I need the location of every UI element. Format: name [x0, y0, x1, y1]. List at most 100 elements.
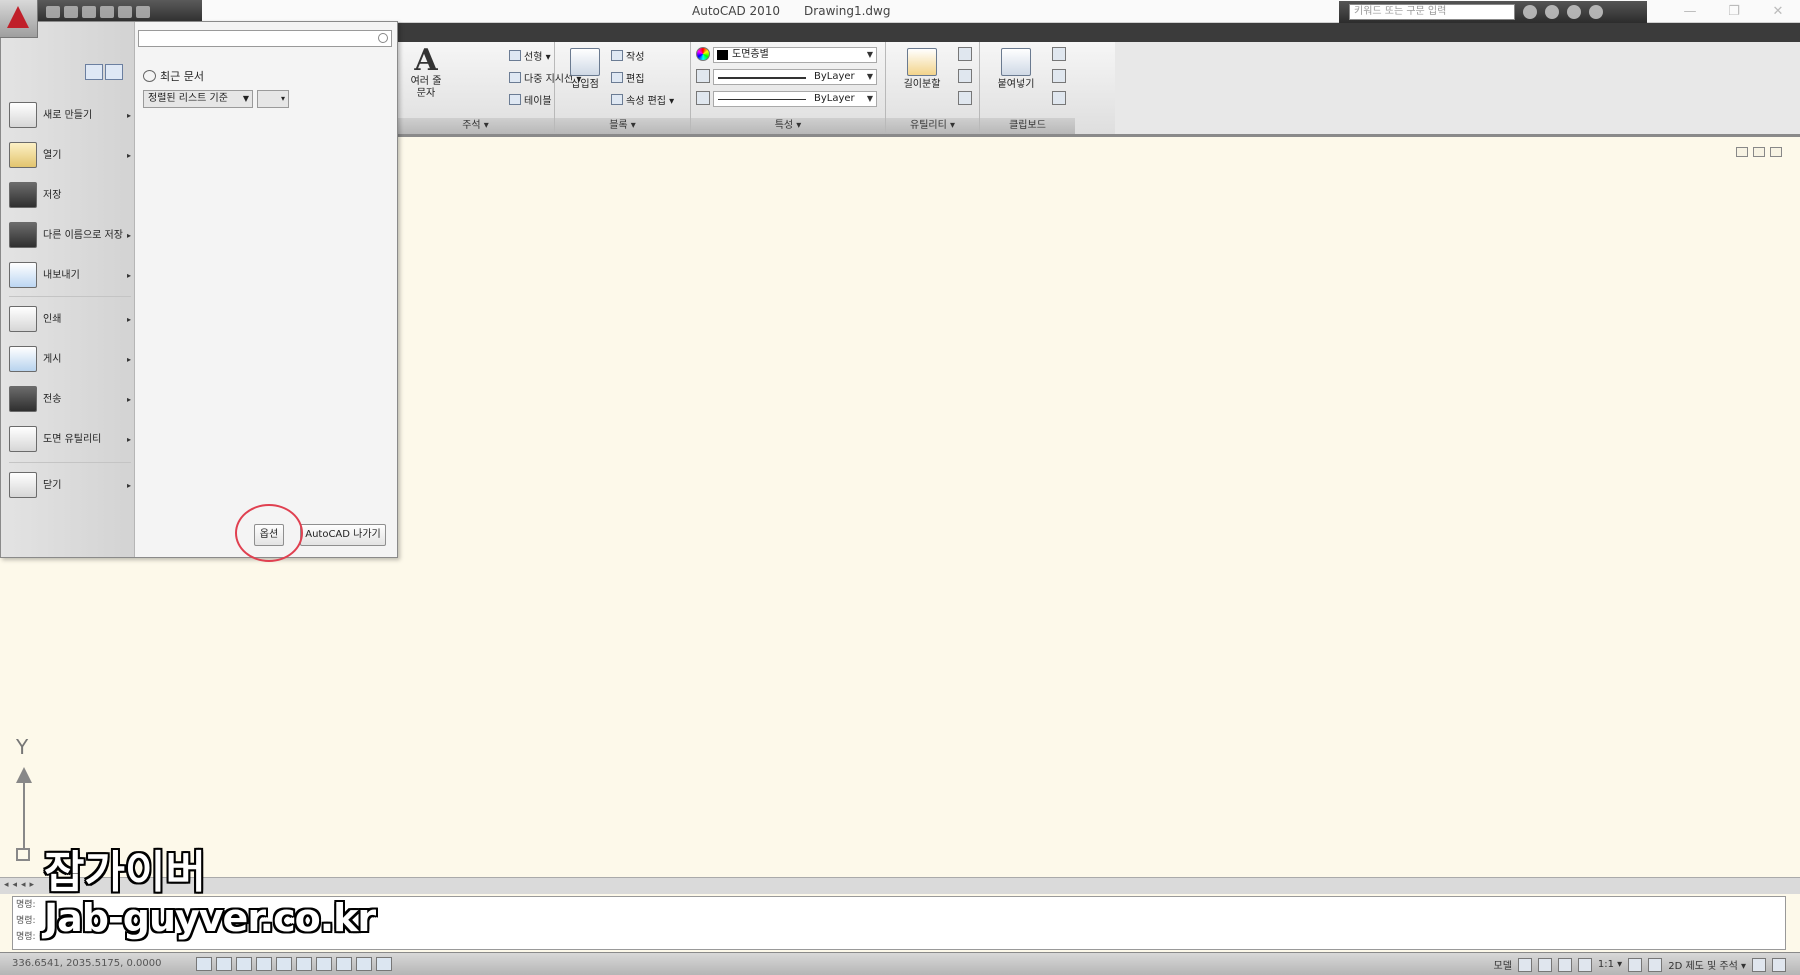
workspace-select[interactable]: 2D 제도 및 주석 ▾ [1668, 957, 1746, 972]
otrack-toggle-icon[interactable] [296, 957, 312, 971]
application-menu-button[interactable] [0, 0, 38, 38]
open-file-icon[interactable] [64, 5, 78, 18]
favorites-star-icon[interactable] [1567, 5, 1581, 19]
insert-block-icon [570, 48, 600, 76]
recent-documents-icon [143, 70, 156, 82]
minimize-button[interactable]: — [1668, 0, 1712, 23]
pan-icon[interactable] [1537, 957, 1552, 972]
print-icon[interactable] [136, 5, 150, 18]
match-properties-icon[interactable] [1052, 91, 1066, 105]
menu-item-open[interactable]: 열기 ▸ [9, 136, 131, 174]
ucs-y-label: Y [16, 735, 29, 759]
ducs-toggle-icon[interactable] [316, 957, 332, 971]
close-window-button[interactable]: ✕ [1756, 0, 1800, 23]
chevron-right-icon: ▸ [126, 480, 131, 490]
ucs-y-axis [23, 778, 25, 848]
model-space-button[interactable]: 모델 [1494, 957, 1512, 972]
communication-center-icon[interactable] [1545, 5, 1559, 19]
chevron-right-icon: ▸ [126, 354, 131, 364]
undo-icon[interactable] [100, 5, 114, 18]
utilities-panel-title[interactable]: 유틸리티 ▾ [886, 118, 979, 134]
insert-block-button[interactable]: 삽입점 [565, 48, 605, 91]
annotation-scale-select[interactable]: 1:1 ▾ [1598, 959, 1622, 970]
menu-item-print[interactable]: 인쇄 ▸ [9, 300, 131, 338]
grid-toggle-icon[interactable] [216, 957, 232, 971]
menu-item-drawing-utilities[interactable]: 도면 유틸리티 ▸ [9, 420, 131, 458]
drafting-toggles [196, 957, 392, 971]
edit-attributes-button[interactable]: 속성 편집 ▾ [611, 92, 674, 107]
dyn-toggle-icon[interactable] [336, 957, 352, 971]
clean-screen-icon[interactable] [1772, 957, 1786, 972]
color-wheel-icon [696, 47, 710, 61]
properties-panel-title[interactable]: 특성 ▾ [691, 118, 885, 134]
gear-icon[interactable] [1648, 957, 1663, 972]
recent-view-select[interactable]: ▾ [257, 90, 289, 108]
open-documents-icon[interactable] [105, 64, 123, 80]
edit-block-icon [611, 72, 623, 83]
viewport-close-icon[interactable] [1770, 147, 1782, 157]
menu-search-input[interactable] [138, 30, 392, 47]
viewport-minimize-icon[interactable] [1736, 147, 1748, 157]
menu-item-save-as[interactable]: 다른 이름으로 저장 ▸ [9, 216, 131, 254]
find-icon[interactable] [958, 69, 972, 83]
lineweight-toggle-icon[interactable] [356, 957, 372, 971]
menu-item-new[interactable]: 새로 만들기 ▸ [9, 96, 131, 134]
close-folder-icon [9, 472, 37, 498]
paste-button[interactable]: 붙여넣기 [988, 48, 1044, 91]
send-icon [9, 386, 37, 412]
infocenter-search-input[interactable]: 키워드 또는 구문 입력 [1349, 4, 1515, 20]
publish-icon [9, 346, 37, 372]
help-icon[interactable] [1589, 5, 1603, 19]
measure-button[interactable]: 길이분할 [894, 48, 950, 91]
recent-documents-title: 최근 문서 [143, 68, 204, 84]
calculator-icon[interactable] [958, 91, 972, 105]
lock-icon[interactable] [1752, 957, 1766, 972]
quick-properties-toggle-icon[interactable] [376, 957, 392, 971]
save-icon[interactable] [82, 5, 96, 18]
exit-autocad-button[interactable]: AutoCAD 나가기 [300, 524, 386, 546]
recent-sort-select[interactable]: 정렬된 리스트 기준 ▼ [143, 90, 253, 108]
cursor-coordinates[interactable]: 336.6541, 2035.5175, 0.0000 [12, 958, 162, 969]
linetype-select[interactable]: ByLayer ▼ [713, 69, 877, 85]
viewport-restore-icon[interactable] [1753, 147, 1765, 157]
menu-item-publish[interactable]: 게시 ▸ [9, 340, 131, 378]
edit-block-button[interactable]: 편집 [611, 70, 644, 85]
chevron-down-icon: ▼ [866, 72, 873, 81]
block-panel-title[interactable]: 블록 ▾ [555, 118, 690, 134]
multiline-text-label-2: 문자 [416, 88, 436, 99]
cut-icon[interactable] [1052, 47, 1066, 61]
application-menu-commands: 새로 만들기 ▸ 열기 ▸ 저장 다른 이름으로 저장 ▸ 내보내기 ▸ 인쇄 ▸ 게시 ▸… [1, 22, 135, 557]
layout-nav-arrows-icon[interactable]: ◂◂◂▸ [4, 880, 38, 890]
chevron-right-icon: ▸ [126, 110, 131, 120]
new-file-icon[interactable] [46, 5, 60, 18]
redo-icon[interactable] [118, 5, 132, 18]
multiline-text-button[interactable]: A 여러 줄 문자 [405, 46, 447, 100]
color-select[interactable]: 도면층별 ▼ [713, 47, 877, 63]
snap-toggle-icon[interactable] [196, 957, 212, 971]
linear-dimension-button[interactable]: 선형 ▾ [509, 48, 551, 63]
quick-access-toolbar [38, 0, 202, 23]
quick-select-icon[interactable] [958, 47, 972, 61]
menu-item-close[interactable]: 닫기 ▸ [9, 466, 131, 504]
menu-item-save[interactable]: 저장 [9, 176, 131, 214]
table-button[interactable]: 테이블 [509, 92, 552, 107]
annotation-panel-title[interactable]: 주석 ▾ [397, 118, 554, 134]
layout-icon[interactable] [1517, 957, 1532, 972]
menu-item-export[interactable]: 내보내기 ▸ [9, 256, 131, 294]
annotation-visibility-icon[interactable] [1628, 957, 1643, 972]
clipboard-panel-title[interactable]: 클립보드 [980, 118, 1075, 134]
osnap-toggle-icon[interactable] [276, 957, 292, 971]
recent-documents-icon[interactable] [85, 64, 103, 80]
app-name: AutoCAD 2010 [692, 4, 781, 18]
copy-icon[interactable] [1052, 69, 1066, 83]
create-block-button[interactable]: 작성 [611, 48, 644, 63]
lineweight-select[interactable]: ByLayer ▼ [713, 91, 877, 107]
zoom-icon[interactable] [1557, 957, 1572, 972]
binoculars-icon[interactable] [1523, 5, 1537, 19]
polar-toggle-icon[interactable] [256, 957, 272, 971]
restore-button[interactable]: ❐ [1712, 0, 1756, 23]
steering-wheel-icon[interactable] [1577, 957, 1592, 972]
ortho-toggle-icon[interactable] [236, 957, 252, 971]
menu-item-send[interactable]: 전송 ▸ [9, 380, 131, 418]
edit-attributes-icon [611, 94, 623, 105]
